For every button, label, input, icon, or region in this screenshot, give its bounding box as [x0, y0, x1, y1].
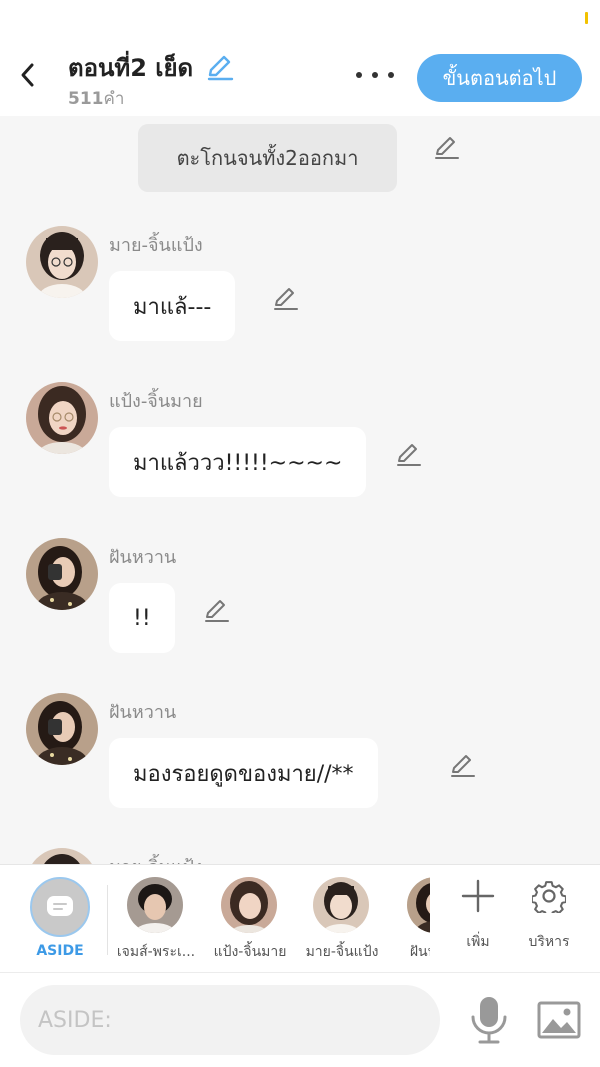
avatar-portrait-icon	[26, 538, 98, 610]
word-count: 511คำ	[68, 85, 124, 112]
pencil-icon	[207, 55, 234, 81]
manage-characters-button[interactable]: บริหาร	[519, 879, 579, 959]
avatar[interactable]	[26, 382, 98, 454]
word-count-number: 511	[68, 89, 104, 109]
character-avatar	[313, 877, 369, 933]
character-name: เจมส์-พระเ...	[116, 944, 196, 960]
character-item[interactable]: ฝันหวาน	[390, 877, 430, 967]
message-bubble[interactable]: มาแล้---	[109, 271, 236, 341]
sender-name: แป้ง-จิ้นมาย	[109, 391, 203, 412]
avatar-portrait-icon	[313, 877, 369, 933]
chat-bubble-icon	[47, 896, 73, 916]
chat-message: มาย-จิ้นแป้ง	[0, 848, 600, 864]
header: ตอนที่2 เย็ด 511คำ ขั้นตอนต่อไป	[0, 40, 600, 116]
next-step-button[interactable]: ขั้นตอนต่อไป	[417, 54, 582, 102]
episode-title: ตอนที่2 เย็ด	[68, 54, 194, 82]
more-options-button[interactable]	[356, 66, 394, 84]
character-item[interactable]: มาย-จิ้นแป้ง	[296, 877, 392, 967]
chat-message: มาย-จิ้นแป้ง มาแล้---	[0, 226, 600, 346]
chat-message: ฝันหวาน มองรอยดูดของมาย//**	[0, 693, 600, 813]
sender-name: ฝันหวาน	[109, 547, 177, 568]
status-bar	[0, 0, 600, 40]
character-list[interactable]: เจมส์-พระเ... แป้ง-จิ้นมาย มาย-จิ้นแป้ง …	[110, 865, 430, 973]
character-item[interactable]: แป้ง-จิ้นมาย	[204, 877, 300, 967]
character-name: มาย-จิ้นแป้ง	[305, 944, 379, 960]
message-bubble[interactable]: มองรอยดูดของมาย//**	[109, 738, 378, 808]
sender-name: มาย-จิ้นแป้ง	[109, 235, 203, 256]
edit-title-button[interactable]	[205, 52, 235, 82]
aside-label: ASIDE	[36, 943, 84, 959]
narration-bubble[interactable]: ตะโกนจนทั้ง2ออกมา	[138, 124, 397, 192]
sender-name: มาย-จิ้นแป้ง	[109, 852, 203, 864]
microphone-icon	[471, 997, 507, 1044]
avatar-portrait-icon	[407, 877, 430, 933]
edit-message-icon[interactable]	[203, 596, 231, 624]
sender-name: ฝันหวาน	[109, 702, 177, 723]
aside-tab[interactable]: ASIDE	[28, 877, 92, 967]
add-label: เพิ่ม	[466, 934, 490, 950]
edit-narration-icon[interactable]	[433, 133, 461, 161]
edit-message-icon[interactable]	[449, 751, 477, 779]
more-dots-icon	[356, 72, 362, 78]
avatar-portrait-icon	[221, 877, 277, 933]
character-name: แป้ง-จิ้นมาย	[213, 944, 287, 960]
avatar-portrait-icon	[26, 693, 98, 765]
chat-message: แป้ง-จิ้นมาย มาแล้ววว!!!!!~~~~	[0, 382, 600, 502]
status-indicator	[585, 12, 588, 24]
avatar[interactable]	[26, 693, 98, 765]
plus-icon	[461, 879, 495, 913]
input-bar	[0, 972, 600, 1067]
microphone-button[interactable]	[468, 995, 510, 1045]
chat-area[interactable]: ตะโกนจนทั้ง2ออกมา มาย-จิ้นแป้ง มาแล้---	[0, 116, 600, 864]
character-name: ฝันหวาน	[409, 944, 430, 960]
character-item[interactable]: เจมส์-พระเ...	[110, 877, 206, 967]
chevron-left-icon	[21, 63, 34, 87]
character-avatar	[407, 877, 430, 933]
image-button[interactable]	[536, 997, 582, 1043]
message-input[interactable]	[20, 985, 440, 1055]
character-avatar	[221, 877, 277, 933]
avatar[interactable]	[26, 538, 98, 610]
avatar-portrait-icon	[26, 848, 98, 864]
avatar-portrait-icon	[26, 226, 98, 298]
add-character-button[interactable]: เพิ่ม	[448, 879, 508, 959]
character-avatar	[127, 877, 183, 933]
image-icon	[537, 1001, 581, 1039]
message-bubble[interactable]: !!	[109, 583, 175, 653]
edit-message-icon[interactable]	[395, 440, 423, 468]
word-count-unit: คำ	[103, 89, 125, 109]
avatar[interactable]	[26, 848, 98, 864]
message-bubble[interactable]: มาแล้ววว!!!!!~~~~	[109, 427, 367, 497]
chat-message: ฝันหวาน !!	[0, 538, 600, 658]
character-toolbar: ASIDE เจมส์-พระเ... แป้ง-จิ้นมาย มาย-จิ้…	[0, 864, 600, 972]
edit-message-icon[interactable]	[272, 284, 300, 312]
avatar-portrait-icon	[26, 382, 98, 454]
aside-avatar	[30, 877, 90, 937]
manage-label: บริหาร	[528, 934, 570, 950]
back-button[interactable]	[14, 60, 40, 90]
avatar[interactable]	[26, 226, 98, 298]
gear-icon	[532, 881, 566, 913]
avatar-portrait-icon	[127, 877, 183, 933]
divider	[107, 885, 108, 955]
